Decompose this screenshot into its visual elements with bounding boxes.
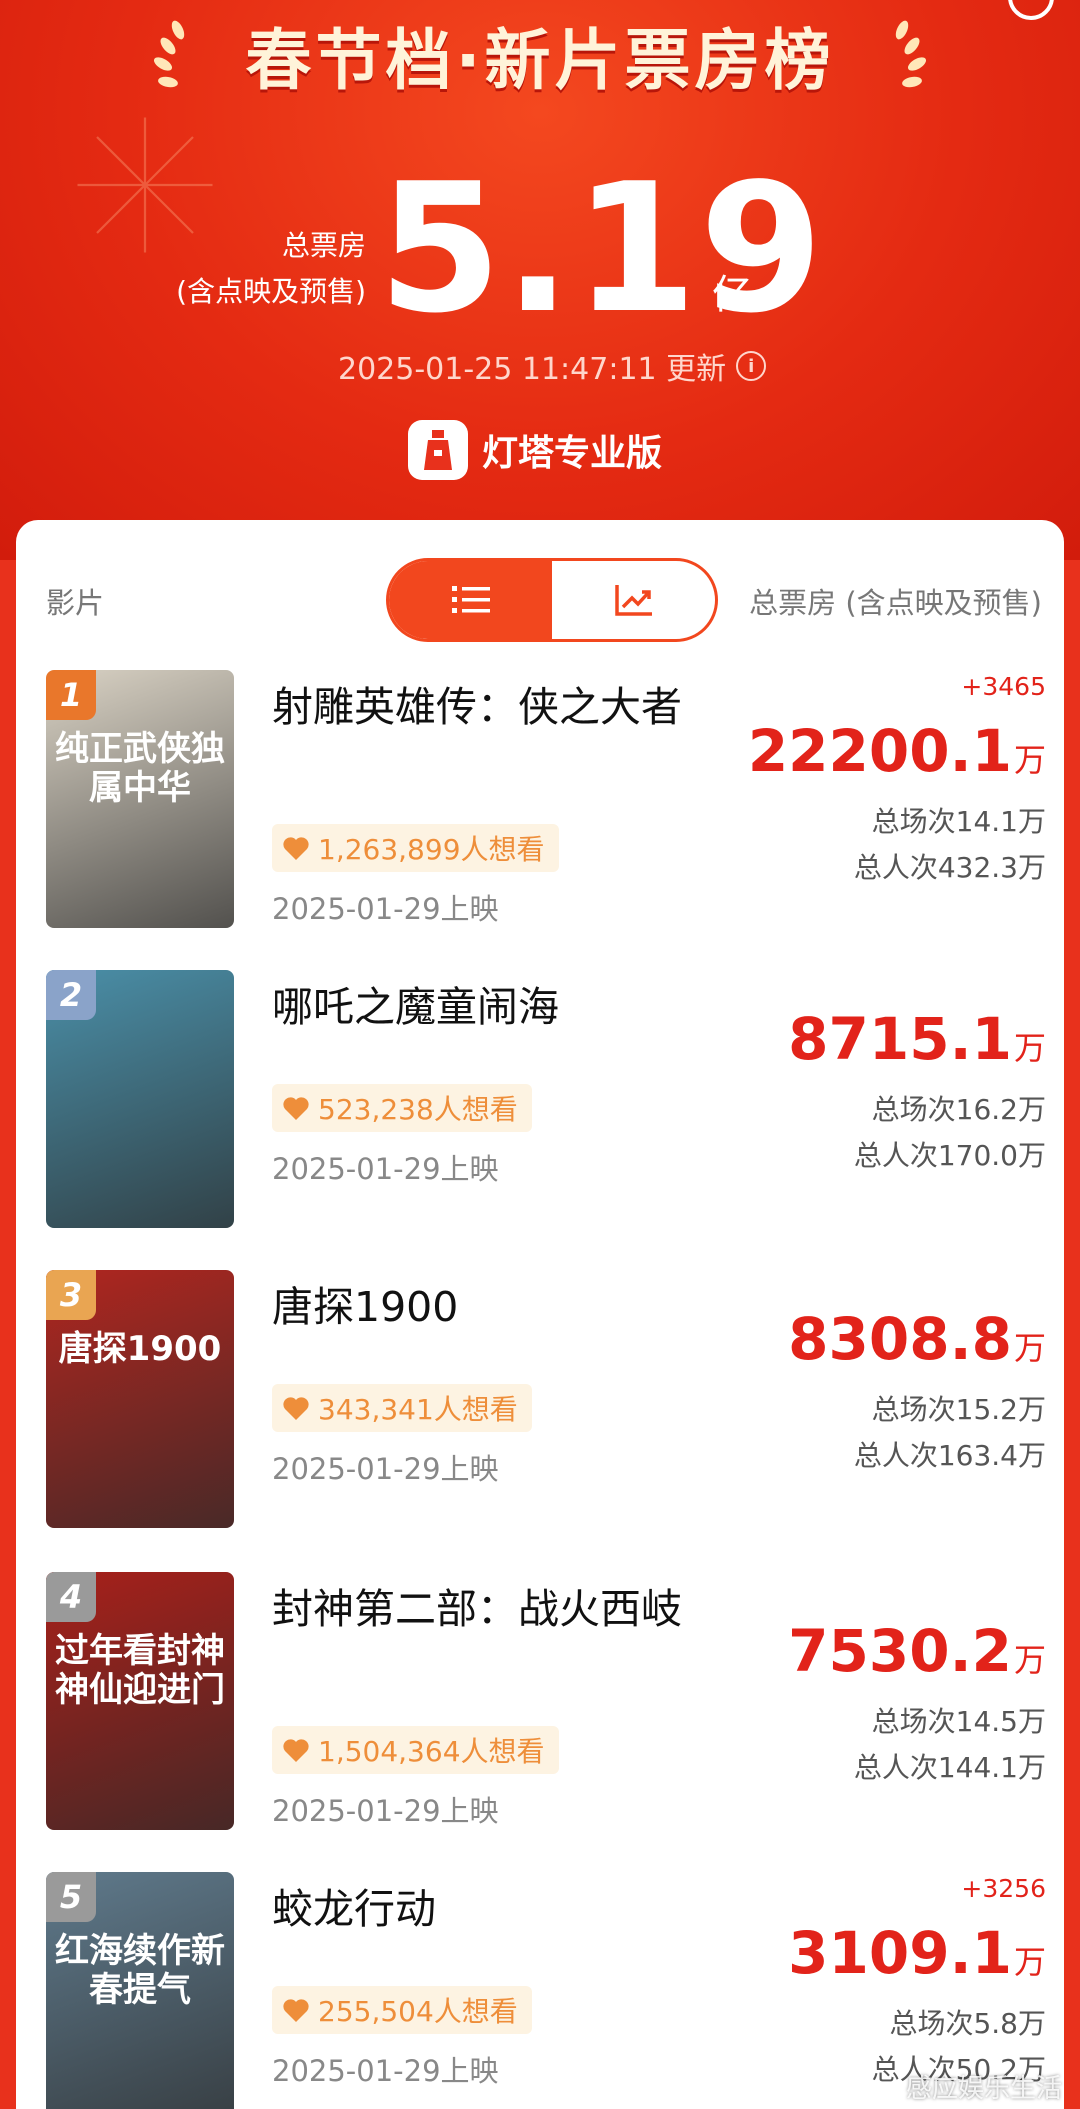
watermark: 感应娱乐生活: [905, 2074, 1062, 2104]
view-toggle: [386, 558, 718, 642]
movie-title[interactable]: 射雕英雄传：侠之大者: [272, 678, 712, 736]
movie-row[interactable]: 唐探1900 3 唐探1900 343,341人想看 2025-01-29上映 …: [46, 1270, 1046, 1532]
movie-poster[interactable]: 红海续作新春提气 5: [46, 1872, 234, 2109]
want-to-see-count: 523,238人想看: [318, 1093, 518, 1126]
want-to-see-badge: 255,504人想看: [272, 1986, 532, 2034]
rank-badge: 3: [46, 1270, 96, 1320]
list-view-button[interactable]: [389, 561, 552, 639]
movie-poster[interactable]: 过年看封神神仙迎进门 4: [46, 1572, 234, 1830]
heart-icon: [283, 1999, 309, 2022]
close-button[interactable]: [1008, 0, 1054, 20]
movie-row[interactable]: 红海续作新春提气 5 蛟龙行动 255,504人想看 2025-01-29上映 …: [46, 1872, 1046, 2109]
box-office-value: 3109.1万: [788, 1924, 1046, 1982]
title-wrap: 春节档·新片票房榜: [150, 0, 930, 110]
release-date: 2025-01-29上映: [272, 1452, 499, 1486]
box-office-value: 8715.1万: [788, 1010, 1046, 1068]
trend-chart-icon: [614, 585, 652, 616]
list-icon: [451, 586, 490, 613]
total-shows: 总场次14.1万: [871, 805, 1046, 838]
poster-slogan: 纯正武侠独属中华: [55, 729, 225, 809]
box-office-number: 8308.8: [788, 1305, 1012, 1373]
want-to-see-badge: 1,504,364人想看: [272, 1726, 559, 1774]
rank-badge: 1: [46, 670, 96, 720]
heart-icon: [283, 1397, 309, 1420]
page-title: 春节档·新片票房榜: [245, 22, 835, 99]
box-office-delta: +3465: [961, 672, 1046, 701]
movie-poster[interactable]: 2: [46, 970, 234, 1228]
movie-poster[interactable]: 唐探1900 3: [46, 1270, 234, 1528]
movie-title[interactable]: 封神第二部：战火西岐: [272, 1580, 712, 1638]
brand-row: 灯塔专业版: [408, 420, 662, 480]
poster-slogan: 红海续作新春提气: [55, 1931, 225, 2011]
ranking-panel: 影片 总票房 (含点映及预售) 纯正武侠独属中华 1 射雕英雄传：侠之大者 1,…: [16, 520, 1064, 2109]
want-to-see-count: 255,504人想看: [318, 1995, 518, 2028]
total-box-office-unit: 亿: [712, 272, 752, 318]
movie-row[interactable]: 2 哪吒之魔童闹海 523,238人想看 2025-01-29上映 8715.1…: [46, 970, 1046, 1232]
brand-name: 灯塔专业版: [482, 433, 663, 474]
want-to-see-badge: 1,263,899人想看: [272, 824, 559, 872]
rank-badge: 2: [46, 970, 96, 1020]
box-office-number: 7530.2: [788, 1617, 1012, 1685]
info-icon[interactable]: i: [736, 351, 767, 381]
update-time-row: 2025-01-25 11:47:11 更新 i: [338, 344, 767, 388]
movie-title[interactable]: 唐探1900: [272, 1278, 712, 1336]
total-shows: 总场次16.2万: [871, 1093, 1046, 1126]
heart-icon: [283, 1097, 309, 1120]
column-header-film: 影片: [46, 586, 105, 620]
total-shows: 总场次15.2万: [871, 1393, 1046, 1426]
release-date: 2025-01-29上映: [272, 2054, 499, 2088]
update-time: 2025-01-25 11:47:11 更新: [338, 352, 727, 387]
box-office-number: 3109.1: [788, 1919, 1012, 1987]
want-to-see-count: 1,504,364人想看: [318, 1735, 545, 1768]
box-office-unit: 万: [1013, 741, 1046, 779]
movie-title[interactable]: 蛟龙行动: [272, 1880, 712, 1938]
total-admissions: 总人次432.3万: [853, 851, 1046, 884]
total-admissions: 总人次144.1万: [853, 1751, 1046, 1784]
box-office-number: 22200.1: [747, 717, 1012, 785]
column-header-total: 总票房 (含点映及预售): [749, 586, 1042, 620]
header-banner: 春节档·新片票房榜 总票房 (含点映及预售) 5.19 亿 2025-01-25…: [0, 0, 1080, 560]
heart-icon: [283, 837, 309, 860]
total-box-office-value: 5.19: [378, 145, 826, 352]
movie-row[interactable]: 过年看封神神仙迎进门 4 封神第二部：战火西岐 1,504,364人想看 202…: [46, 1572, 1046, 1834]
movie-title[interactable]: 哪吒之魔童闹海: [272, 978, 712, 1036]
laurel-right-icon: [895, 20, 927, 88]
total-label-note: (含点映及预售): [176, 275, 366, 308]
total-shows: 总场次14.5万: [871, 1705, 1046, 1738]
want-to-see-badge: 523,238人想看: [272, 1084, 532, 1132]
movie-poster[interactable]: 纯正武侠独属中华 1: [46, 670, 234, 928]
box-office-value: 7530.2万: [788, 1622, 1046, 1680]
release-date: 2025-01-29上映: [272, 892, 499, 926]
box-office-unit: 万: [1013, 1029, 1046, 1067]
release-date: 2025-01-29上映: [272, 1152, 499, 1186]
poster-slogan: 唐探1900: [58, 1329, 222, 1369]
movie-row[interactable]: 纯正武侠独属中华 1 射雕英雄传：侠之大者 1,263,899人想看 2025-…: [46, 670, 1046, 932]
heart-icon: [283, 1739, 309, 1762]
box-office-delta: +3256: [961, 1874, 1046, 1903]
box-office-number: 8715.1: [788, 1005, 1012, 1073]
box-office-unit: 万: [1013, 1641, 1046, 1679]
box-office-value: 8308.8万: [788, 1310, 1046, 1368]
total-admissions: 总人次170.0万: [853, 1139, 1046, 1172]
total-label: 总票房: [281, 229, 366, 262]
box-office-unit: 万: [1013, 1943, 1046, 1981]
chart-view-button[interactable]: [552, 561, 715, 639]
want-to-see-count: 343,341人想看: [318, 1393, 518, 1426]
total-admissions: 总人次163.4万: [853, 1439, 1046, 1472]
rank-badge: 4: [46, 1572, 96, 1622]
box-office-unit: 万: [1013, 1329, 1046, 1367]
firework-decoration: [77, 117, 213, 253]
total-shows: 总场次5.8万: [889, 2007, 1046, 2040]
release-date: 2025-01-29上映: [272, 1794, 499, 1828]
poster-slogan: 过年看封神神仙迎进门: [55, 1631, 225, 1711]
rank-badge: 5: [46, 1872, 96, 1922]
lighthouse-logo-icon: [408, 420, 468, 480]
want-to-see-badge: 343,341人想看: [272, 1384, 532, 1432]
box-office-value: 22200.1万: [748, 722, 1046, 780]
want-to-see-count: 1,263,899人想看: [318, 833, 545, 866]
